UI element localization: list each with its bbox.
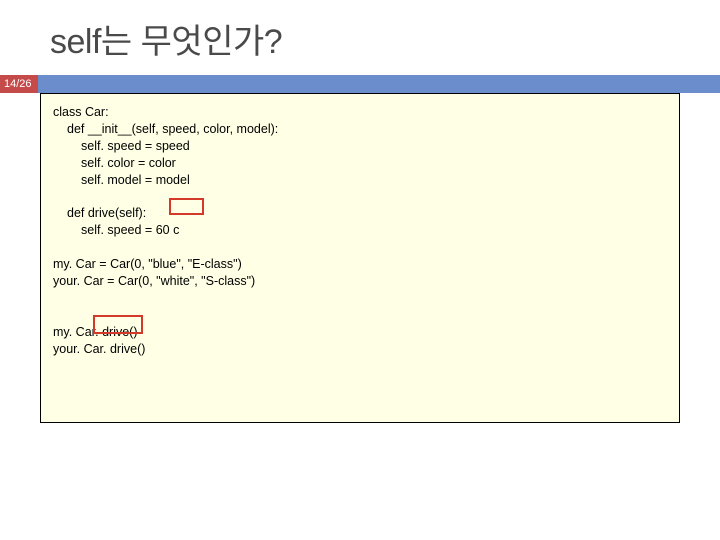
code-line: def drive(self):	[53, 205, 667, 222]
code-line: my. Car = Car(0, "blue", "E-class")	[53, 256, 667, 273]
code-box: class Car: def __init__(self, speed, col…	[40, 93, 680, 423]
blank-line	[53, 239, 667, 256]
divider-bar: 14/26	[0, 75, 720, 93]
blank-line	[53, 290, 667, 307]
code-line: self. speed = 60 c	[53, 222, 667, 239]
slide: self는 무엇인가? 14/26 class Car: def __init_…	[0, 0, 720, 540]
code-line: your. Car = Car(0, "white", "S-class")	[53, 273, 667, 290]
code-line: my. Car. drive()	[53, 324, 667, 341]
blank-line	[53, 307, 667, 324]
code-line: self. speed = speed	[53, 138, 667, 155]
code-line: class Car:	[53, 104, 667, 121]
slide-number: 14/26	[0, 75, 38, 93]
blank-line	[53, 188, 667, 205]
code-line: self. model = model	[53, 172, 667, 189]
code-line: def __init__(self, speed, color, model):	[53, 121, 667, 138]
page-title: self는 무엇인가?	[0, 0, 720, 75]
code-line: self. color = color	[53, 155, 667, 172]
code-line: your. Car. drive()	[53, 341, 667, 358]
